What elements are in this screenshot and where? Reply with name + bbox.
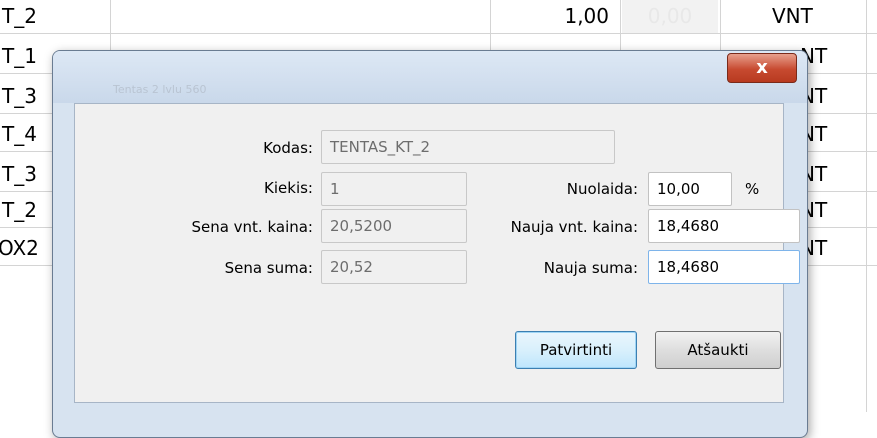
close-button[interactable]: x	[727, 53, 797, 83]
dialog-body: Kodas: TENTAS_KT_2 Kiekis: 1 Nuolaida: 1…	[74, 103, 800, 403]
old-unit-price-field[interactable]: 20,5200	[321, 209, 467, 243]
old-sum-field[interactable]: 20,52	[321, 250, 467, 284]
new-unit-price-label: Nauja vnt. kaina:	[510, 218, 638, 236]
new-sum-label: Nauja suma:	[543, 259, 638, 277]
row-code: T_3	[2, 162, 37, 186]
confirm-button[interactable]: Patvirtinti	[515, 331, 637, 369]
row-code: T_4	[2, 122, 37, 146]
old-sum-label: Sena suma:	[224, 259, 313, 277]
qty-label: Kiekis:	[264, 179, 313, 197]
price-change-dialog: Tentas 2 lvlu 560 x Kodas: TENTAS_KT_2 K…	[52, 50, 808, 438]
code-label: Kodas:	[263, 139, 313, 157]
discount-label: Nuolaida:	[566, 180, 638, 198]
old-unit-price-label: Sena vnt. kaina:	[191, 218, 313, 236]
row-discount: 0,00	[622, 0, 718, 33]
background-row-text: Tentas 2 lvlu 560	[113, 83, 207, 96]
new-unit-price-field[interactable]: 18,4680	[648, 209, 800, 243]
qty-field[interactable]: 1	[321, 172, 467, 206]
code-field[interactable]: TENTAS_KT_2	[321, 130, 615, 164]
row-qty: 1,00	[564, 4, 609, 28]
new-sum-field[interactable]: 18,4680	[648, 250, 800, 284]
row-code: T_1	[2, 44, 37, 68]
close-icon: x	[756, 57, 768, 78]
row-code: T_2	[2, 4, 37, 28]
discount-field[interactable]: 10,00	[648, 172, 732, 206]
row-unit: VNT	[772, 4, 813, 28]
row-code: T_2	[2, 198, 37, 222]
dialog-title-bar[interactable]: Tentas 2 lvlu 560 x	[53, 51, 807, 103]
table-row[interactable]: T_2 1,00 0,00 VNT	[0, 0, 877, 34]
cancel-button[interactable]: Atšaukti	[655, 331, 781, 369]
row-code: T_3	[2, 84, 37, 108]
row-code: OX2	[0, 236, 39, 260]
percent-sign: %	[745, 180, 760, 198]
